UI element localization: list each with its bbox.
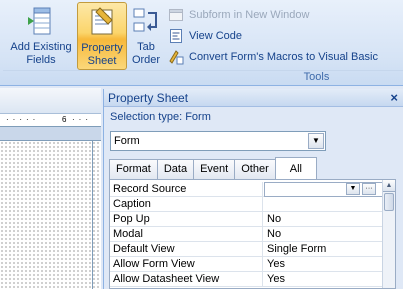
convert-macros-label: Convert Form's Macros to Visual Basic bbox=[189, 51, 378, 63]
design-grid[interactable] bbox=[0, 141, 101, 289]
view-code-label: View Code bbox=[189, 30, 242, 42]
property-sheet-pane: Property Sheet × Selection type: Form Fo… bbox=[103, 89, 403, 289]
ruler-tick-label: 6 bbox=[62, 115, 67, 124]
property-sheet-label-1: Property bbox=[81, 42, 123, 54]
property-row-pop-up[interactable]: Pop Up No bbox=[110, 212, 384, 227]
build-button[interactable]: ··· bbox=[362, 183, 376, 195]
property-value[interactable]: No bbox=[264, 227, 384, 242]
tab-order-label-1: Tab bbox=[137, 41, 155, 53]
add-existing-fields-button[interactable]: Add Existing Fields bbox=[6, 2, 76, 70]
close-icon[interactable]: × bbox=[390, 89, 398, 107]
tab-order-label-2: Order bbox=[131, 54, 161, 66]
property-sheet-title-bar: Property Sheet × bbox=[104, 89, 403, 107]
tools-group-label: Tools bbox=[303, 71, 330, 83]
add-existing-fields-icon bbox=[25, 5, 57, 37]
view-code-button[interactable]: View Code bbox=[168, 27, 242, 45]
tab-all[interactable]: All bbox=[274, 157, 317, 179]
property-value[interactable]: Yes bbox=[264, 272, 384, 287]
view-code-icon bbox=[168, 28, 184, 44]
property-name: Allow Form View bbox=[110, 257, 263, 272]
property-sheet-icon bbox=[86, 6, 118, 38]
property-name: Caption bbox=[110, 197, 263, 212]
subform-window-icon bbox=[168, 7, 184, 23]
form-section-bar[interactable] bbox=[0, 127, 101, 141]
property-value[interactable]: Yes bbox=[264, 257, 384, 272]
property-row-caption[interactable]: Caption bbox=[110, 197, 384, 212]
property-sheet-label-2: Sheet bbox=[87, 55, 117, 67]
property-tabs: Format Data Event Other All bbox=[109, 157, 317, 179]
form-right-edge bbox=[92, 141, 93, 289]
property-value[interactable]: No bbox=[264, 212, 384, 227]
subform-in-new-window-button[interactable]: Subform in New Window bbox=[168, 6, 309, 24]
tab-order-button[interactable]: Tab Order bbox=[128, 2, 164, 70]
scrollbar-thumb[interactable] bbox=[384, 193, 394, 211]
selection-type-label: Selection type: Form bbox=[110, 111, 211, 123]
property-name: Allow Datasheet View bbox=[110, 272, 263, 287]
chevron-down-icon[interactable]: ▼ bbox=[308, 133, 324, 149]
design-surface-header bbox=[0, 88, 101, 114]
ribbon-tools-group: Add Existing Fields Property Sheet Tab O… bbox=[0, 0, 403, 86]
tab-event[interactable]: Event bbox=[193, 159, 236, 179]
horizontal-ruler: ····· 6 ··· bbox=[0, 114, 101, 127]
add-existing-fields-label-1: Add Existing bbox=[10, 41, 72, 53]
property-sheet-button[interactable]: Property Sheet bbox=[77, 2, 127, 70]
tab-format[interactable]: Format bbox=[109, 159, 158, 179]
form-design-surface[interactable]: ····· 6 ··· bbox=[0, 88, 101, 289]
property-grid: Record Source ▼ ··· Caption Pop Up No Mo… bbox=[109, 179, 396, 289]
convert-macros-icon bbox=[168, 49, 184, 65]
chevron-down-icon[interactable]: ▼ bbox=[346, 183, 360, 195]
property-value[interactable]: Single Form bbox=[264, 242, 384, 257]
tab-order-icon bbox=[130, 5, 162, 37]
property-name: Record Source bbox=[110, 182, 263, 197]
ruler-ticks-right: ··· bbox=[72, 115, 92, 124]
property-row-allow-datasheet-view[interactable]: Allow Datasheet View Yes bbox=[110, 272, 384, 287]
property-name: Default View bbox=[110, 242, 263, 257]
property-row-allow-form-view[interactable]: Allow Form View Yes bbox=[110, 257, 384, 272]
ruler-ticks: ····· bbox=[6, 115, 40, 124]
property-value[interactable] bbox=[264, 197, 384, 212]
subform-in-new-window-label: Subform in New Window bbox=[189, 9, 310, 21]
scroll-up-icon[interactable]: ▲ bbox=[383, 180, 395, 192]
convert-macros-button[interactable]: Convert Form's Macros to Visual Basic bbox=[168, 48, 378, 66]
tab-other[interactable]: Other bbox=[234, 159, 276, 179]
property-sheet-title: Property Sheet bbox=[108, 91, 189, 105]
selection-combo-value: Form bbox=[114, 135, 140, 147]
tab-data[interactable]: Data bbox=[156, 159, 195, 179]
property-name: Modal bbox=[110, 227, 263, 242]
property-row-default-view[interactable]: Default View Single Form bbox=[110, 242, 384, 257]
add-existing-fields-label-2: Fields bbox=[26, 54, 56, 66]
property-row-record-source[interactable]: Record Source ▼ ··· bbox=[110, 182, 384, 197]
property-name: Pop Up bbox=[110, 212, 263, 227]
vertical-scrollbar[interactable]: ▲ bbox=[382, 180, 395, 288]
property-row-modal[interactable]: Modal No bbox=[110, 227, 384, 242]
selection-combo[interactable]: Form ▼ bbox=[110, 131, 326, 151]
